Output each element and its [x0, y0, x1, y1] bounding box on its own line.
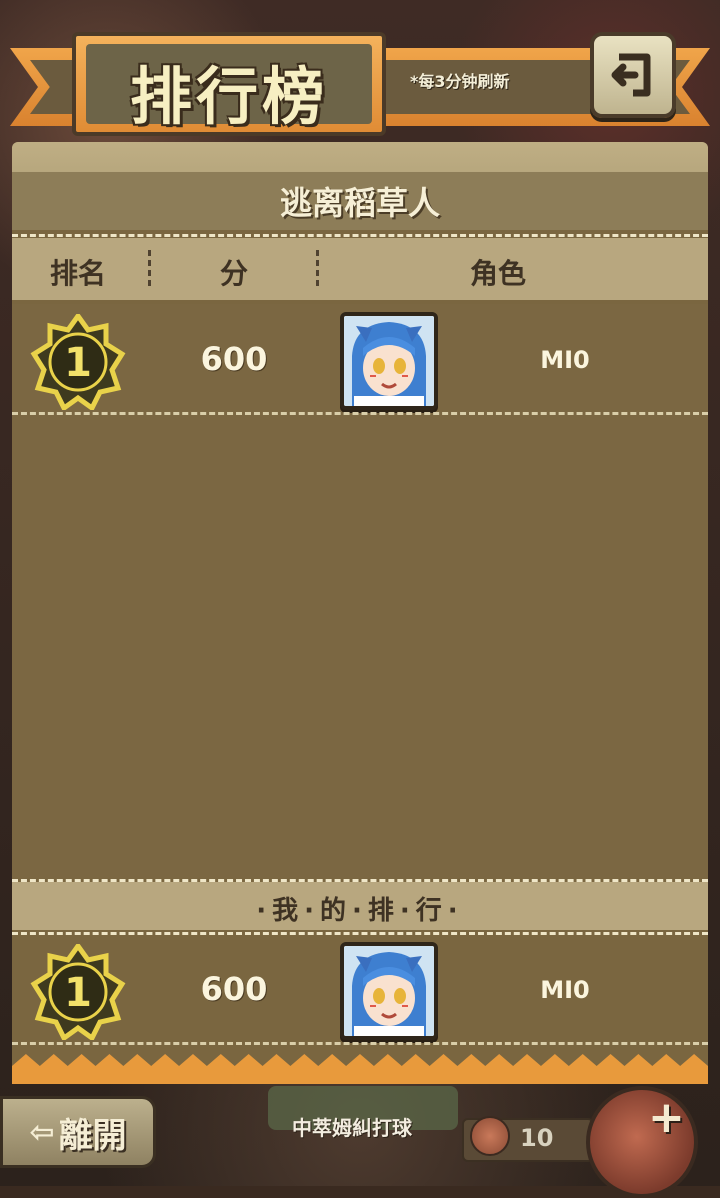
my-rank-row: 1 600 MI0 [12, 938, 708, 1044]
column-separator [148, 250, 151, 286]
my-character-name: MI0 [540, 976, 590, 1004]
divider [12, 1042, 708, 1045]
column-separator [316, 250, 319, 286]
stage-name: 逃离稻草人 [279, 184, 440, 222]
list-item[interactable]: 1 600 MI0 [12, 308, 708, 414]
rank-number: 1 [64, 340, 92, 386]
ranking-list[interactable]: 1 600 MI0 [12, 304, 708, 878]
coin-count: 10 [520, 1124, 554, 1152]
column-score: 分 [220, 257, 249, 290]
my-rank-header: ·我·的·排·行· [12, 882, 708, 930]
plus-icon: + [648, 1092, 685, 1143]
rank-medal-icon: 1 [30, 314, 126, 410]
character-avatar [340, 312, 438, 410]
rank-medal-icon: 1 [30, 944, 126, 1040]
leave-label: 離開 [58, 1115, 127, 1156]
bottom-banner-text: 中萃姆糾打球 [292, 1116, 412, 1140]
column-rank: 排名 [50, 257, 107, 290]
leaderboard-panel: 逃离稻草人 排名 分 角色 1 600 MI0 ·我·的·排·行· 1 600 … [12, 142, 708, 1084]
coin-icon [470, 1116, 510, 1156]
header-banner: 排行榜 *每3分钟刷新 [0, 24, 720, 136]
refresh-note: *每3分钟刷新 [410, 72, 510, 91]
divider [12, 932, 708, 935]
page-title: 排行榜 [129, 60, 328, 133]
arrow-left-icon: ⇦ [29, 1114, 55, 1150]
my-score: 600 [200, 970, 268, 1008]
character-avatar [340, 942, 438, 1040]
row-divider [12, 412, 708, 415]
row-score: 600 [200, 340, 268, 378]
rank-number: 1 [64, 970, 92, 1016]
back-return-icon [611, 53, 651, 97]
back-button[interactable] [590, 32, 676, 118]
title-plate: 排行榜 [72, 32, 386, 136]
my-rank-title: ·我·的·排·行· [256, 896, 464, 926]
panel-zigzag-border [12, 1054, 708, 1084]
divider [12, 234, 708, 237]
column-character: 角色 [470, 257, 527, 290]
leave-button[interactable]: ⇦ 離開 [0, 1096, 156, 1168]
row-character-name: MI0 [540, 346, 590, 374]
column-header: 排名 分 角色 [12, 238, 708, 300]
